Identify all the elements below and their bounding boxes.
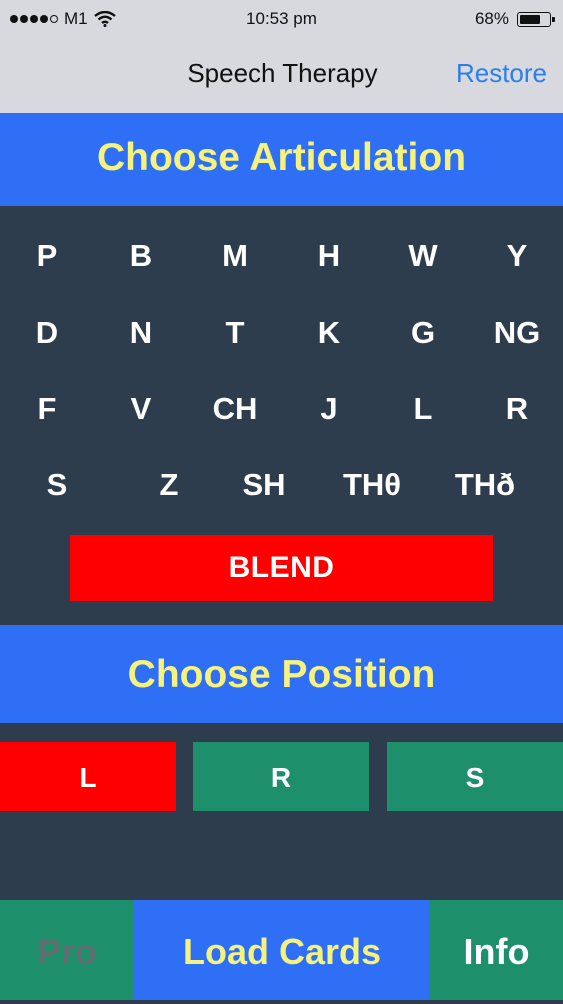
- articulation-letter[interactable]: T: [188, 315, 282, 351]
- articulation-letter[interactable]: N: [94, 315, 188, 351]
- battery-percent: 68%: [474, 9, 509, 28]
- load-cards-button[interactable]: Load Cards: [134, 900, 430, 1000]
- articulation-letter[interactable]: L: [376, 391, 470, 427]
- restore-button[interactable]: Restore: [456, 58, 547, 89]
- articulation-letter[interactable]: G: [376, 315, 470, 351]
- articulation-letter[interactable]: Y: [470, 238, 563, 274]
- articulation-letter[interactable]: D: [0, 315, 94, 351]
- articulation-letter[interactable]: H: [282, 238, 376, 274]
- pro-button[interactable]: Pro: [0, 900, 134, 1000]
- articulation-letter[interactable]: SH: [217, 467, 311, 503]
- articulation-letter[interactable]: Z: [122, 467, 216, 503]
- position-button-r[interactable]: R: [193, 742, 369, 811]
- articulation-letter[interactable]: K: [282, 315, 376, 351]
- articulation-letter[interactable]: R: [470, 391, 563, 427]
- articulation-letter[interactable]: F: [0, 391, 94, 427]
- blend-button[interactable]: BLEND: [70, 535, 493, 601]
- articulation-letter[interactable]: CH: [188, 391, 282, 427]
- articulation-letter[interactable]: V: [94, 391, 188, 427]
- position-button-s[interactable]: S: [387, 742, 563, 811]
- articulation-letter[interactable]: P: [0, 238, 94, 274]
- articulation-letter[interactable]: NG: [470, 315, 563, 351]
- battery-icon: [517, 11, 555, 27]
- choose-position-header: Choose Position: [0, 625, 563, 723]
- articulation-letter[interactable]: S: [10, 467, 104, 503]
- articulation-letter[interactable]: THð: [438, 467, 532, 503]
- articulation-letter[interactable]: W: [376, 238, 470, 274]
- info-button[interactable]: Info: [430, 900, 563, 1000]
- articulation-letter[interactable]: M: [188, 238, 282, 274]
- articulation-letter[interactable]: B: [94, 238, 188, 274]
- articulation-letter[interactable]: J: [282, 391, 376, 427]
- nav-title: Speech Therapy: [187, 58, 378, 88]
- status-right: 68%: [474, 9, 555, 29]
- screen: M1 10:53 pm 68% Speech Therapy Restore C…: [0, 0, 563, 1000]
- top-bar: M1 10:53 pm 68% Speech Therapy Restore: [0, 0, 563, 113]
- articulation-letter[interactable]: THθ: [325, 467, 419, 503]
- bottom-bar: Pro Load Cards Info: [0, 900, 563, 1000]
- position-button-l[interactable]: L: [0, 742, 176, 811]
- choose-articulation-header: Choose Articulation: [0, 113, 563, 206]
- status-bar: M1 10:53 pm 68%: [0, 0, 563, 36]
